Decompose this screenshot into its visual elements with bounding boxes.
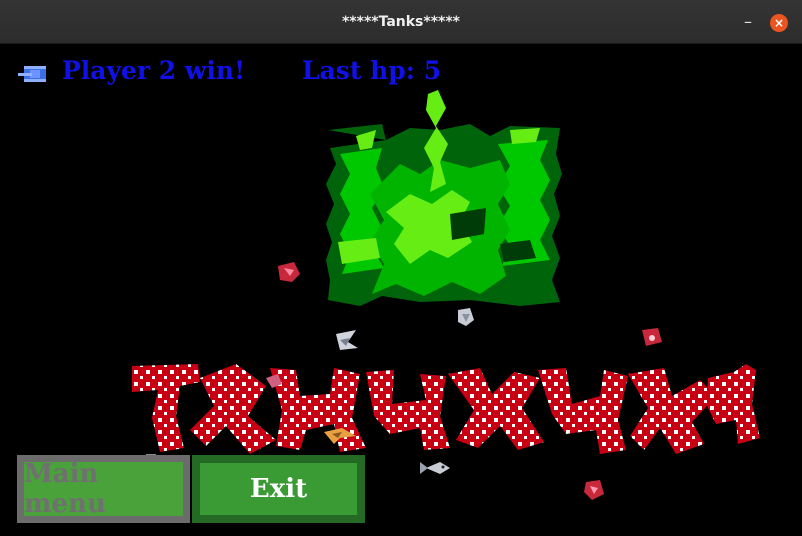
- game-window: *****Tanks***** – × Player 2 win! Last h…: [0, 0, 802, 536]
- window-title: *****Tanks*****: [341, 14, 460, 30]
- game-stage: Player 2 win! Last hp: 5 Main menu Exit: [0, 44, 802, 536]
- big-tank-artwork: [326, 90, 562, 306]
- title-bar[interactable]: *****Tanks***** – ×: [0, 0, 802, 44]
- close-button[interactable]: ×: [770, 14, 788, 32]
- bird-sprite-grey: [458, 308, 474, 326]
- bird-sprite-grey: [336, 330, 358, 350]
- main-menu-button[interactable]: Main menu: [17, 455, 190, 523]
- fish-sprite-grey: [420, 462, 450, 474]
- enemy-sprite-red: [642, 328, 662, 346]
- enemy-sprite-red: [278, 262, 300, 282]
- minimize-button[interactable]: –: [736, 12, 760, 32]
- tanks-logo-artwork: [132, 364, 760, 454]
- enemy-sprite-red: [584, 480, 604, 500]
- exit-button[interactable]: Exit: [192, 455, 365, 523]
